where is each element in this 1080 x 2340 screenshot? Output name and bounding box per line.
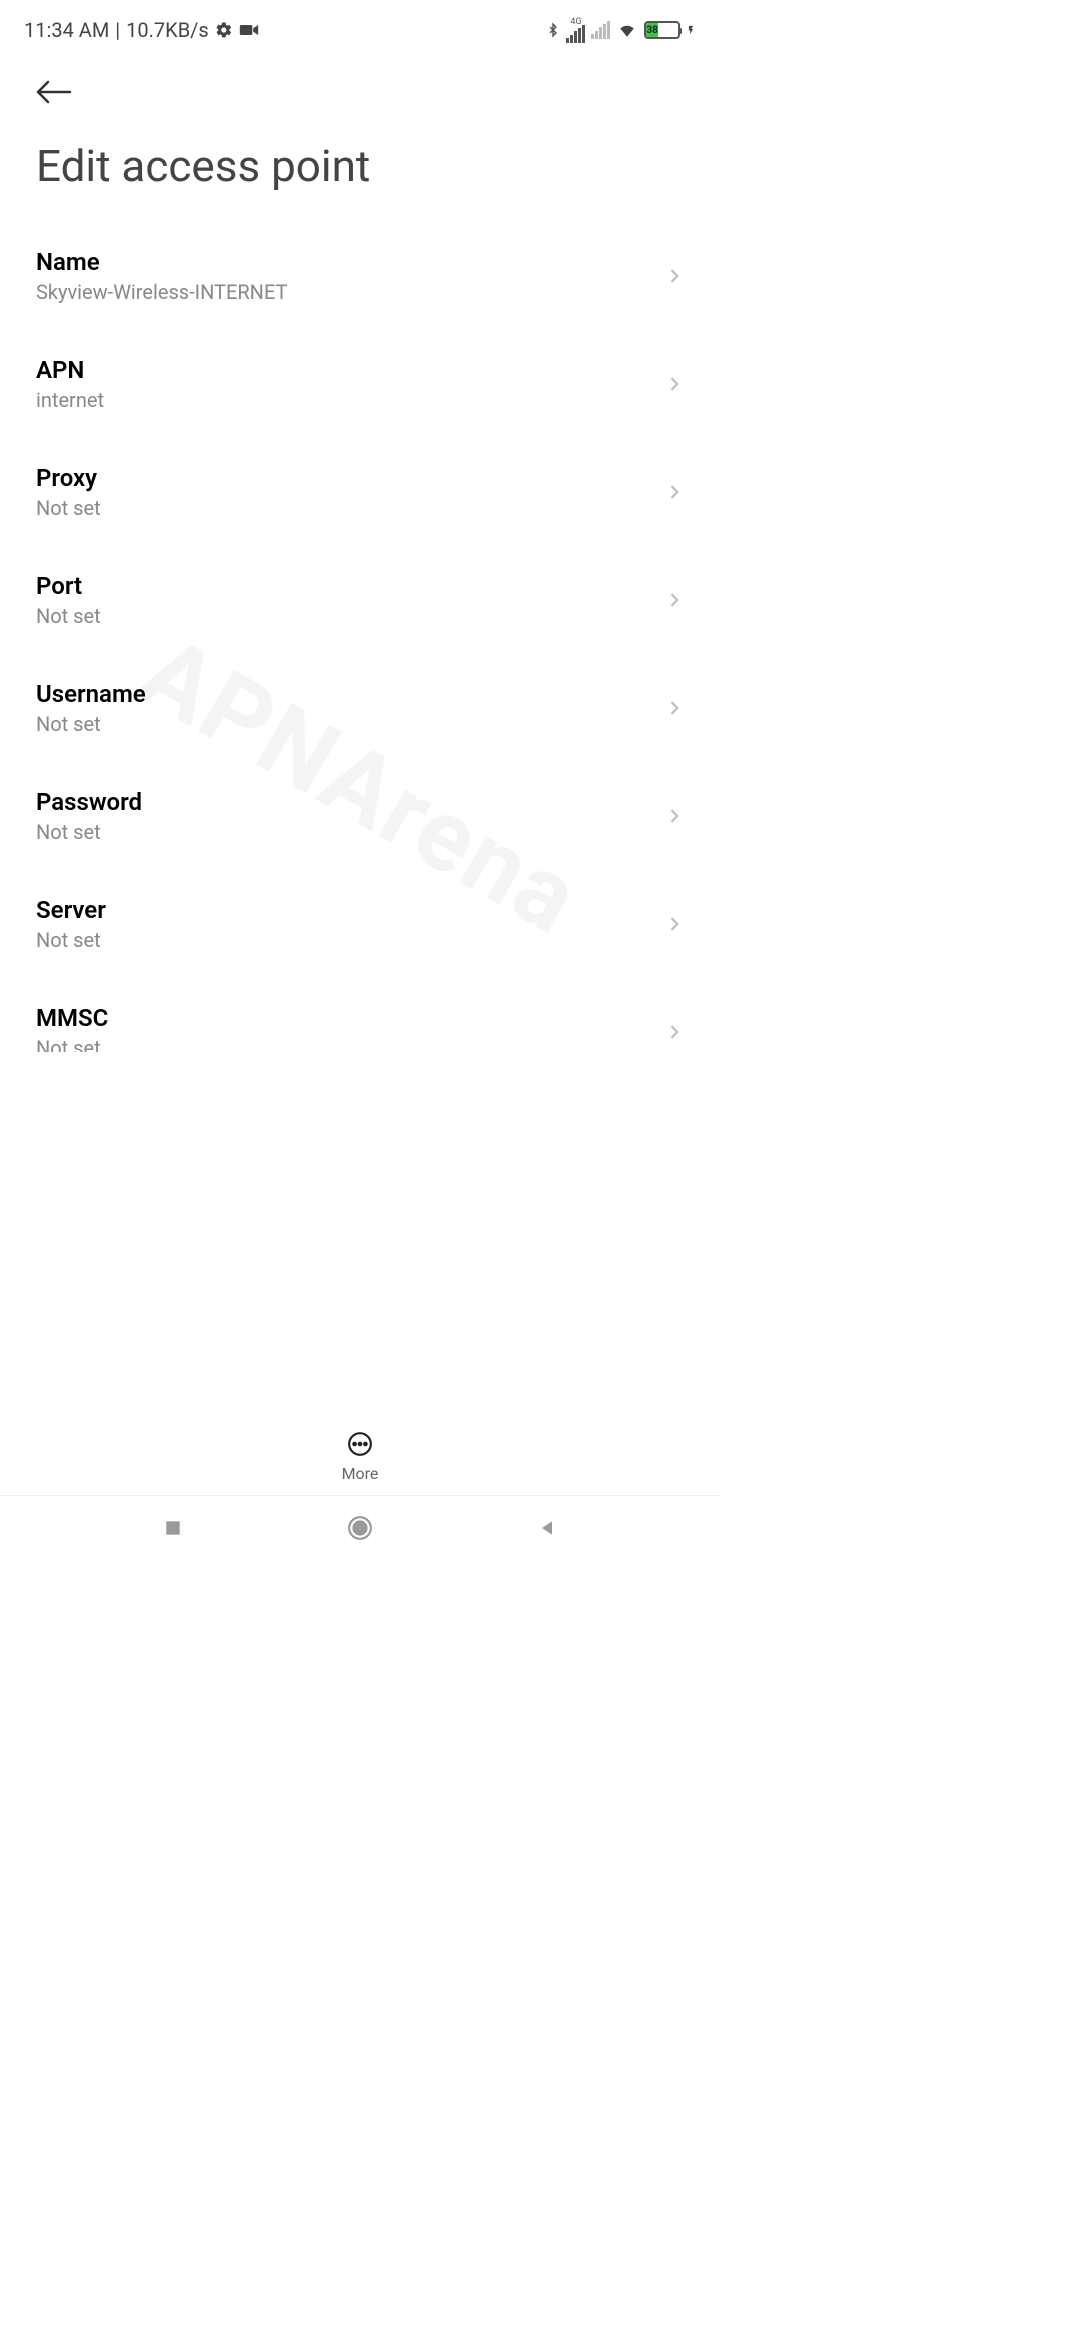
charging-icon: [686, 21, 696, 39]
row-label: Password: [36, 788, 664, 816]
chevron-right-icon: [664, 806, 684, 826]
system-nav-bar: [0, 1496, 720, 1560]
battery-percent: 38: [646, 23, 658, 37]
gear-icon: [215, 21, 233, 39]
chevron-right-icon: [664, 266, 684, 286]
chevron-right-icon: [664, 698, 684, 718]
row-label: Server: [36, 896, 664, 924]
more-label: More: [342, 1464, 379, 1483]
signal-bars-2-icon: [591, 21, 610, 39]
arrow-left-icon: [36, 80, 72, 104]
row-name[interactable]: Name Skyview-Wireless-INTERNET: [36, 222, 684, 330]
signal-bars-1-icon: [566, 25, 585, 43]
row-apn[interactable]: APN internet: [36, 330, 684, 438]
row-label: Proxy: [36, 464, 664, 492]
status-bar: 11:34 AM | 10.7KB/s 4G 38: [0, 0, 720, 60]
more-horizontal-icon: [347, 1431, 373, 1457]
square-icon: [163, 1518, 183, 1538]
row-label: Name: [36, 248, 664, 276]
wifi-icon: [616, 21, 638, 39]
row-server[interactable]: Server Not set: [36, 870, 684, 978]
row-value: internet: [36, 388, 664, 412]
more-button[interactable]: [346, 1430, 374, 1458]
row-label: Username: [36, 680, 664, 708]
settings-list: Name Skyview-Wireless-INTERNET APN inter…: [0, 222, 720, 1052]
bottom-action-bar: More: [0, 1418, 720, 1496]
status-separator: |: [115, 18, 120, 42]
row-password[interactable]: Password Not set: [36, 762, 684, 870]
battery-icon: 38: [644, 21, 680, 39]
page-title: Edit access point: [36, 140, 684, 192]
chevron-right-icon: [664, 482, 684, 502]
row-mmsc[interactable]: MMSC Not set: [36, 978, 684, 1052]
row-port[interactable]: Port Not set: [36, 546, 684, 654]
chevron-right-icon: [664, 914, 684, 934]
nav-recents-button[interactable]: [158, 1513, 188, 1543]
camera-icon: [239, 23, 259, 37]
back-button[interactable]: [36, 70, 80, 114]
bluetooth-icon: [546, 20, 560, 40]
row-value: Not set: [36, 820, 664, 844]
nav-home-button[interactable]: [345, 1513, 375, 1543]
row-label: MMSC: [36, 1004, 664, 1032]
chevron-right-icon: [664, 1022, 684, 1042]
row-proxy[interactable]: Proxy Not set: [36, 438, 684, 546]
row-username[interactable]: Username Not set: [36, 654, 684, 762]
row-label: Port: [36, 572, 664, 600]
row-value: Not set: [36, 712, 664, 736]
nav-back-button[interactable]: [532, 1513, 562, 1543]
chevron-right-icon: [664, 590, 684, 610]
row-value: Not set: [36, 604, 664, 628]
circle-icon: [347, 1515, 373, 1541]
row-value: Skyview-Wireless-INTERNET: [36, 280, 664, 304]
row-label: APN: [36, 356, 664, 384]
row-value: Not set: [36, 496, 664, 520]
status-speed: 10.7KB/s: [126, 18, 209, 42]
triangle-left-icon: [537, 1518, 557, 1538]
row-value: Not set: [36, 1036, 664, 1052]
row-value: Not set: [36, 928, 664, 952]
status-time: 11:34 AM: [24, 18, 109, 42]
chevron-right-icon: [664, 374, 684, 394]
